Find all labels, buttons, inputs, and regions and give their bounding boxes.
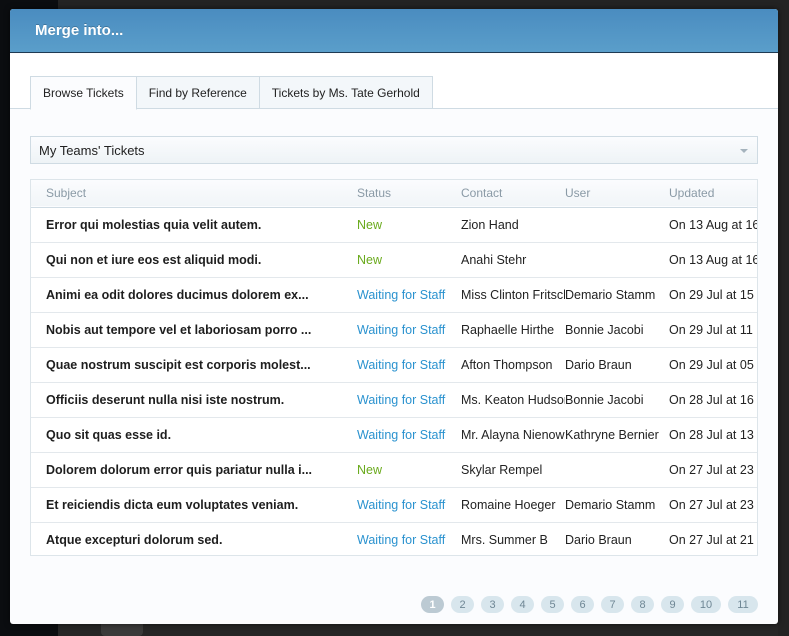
page-button-10[interactable]: 10: [691, 596, 721, 613]
table-header-row: Subject Status Contact User Updated: [31, 180, 757, 207]
tickets-table: Subject Status Contact User Updated Erro…: [31, 180, 758, 555]
ticket-user: Bonnie Jacobi: [565, 322, 644, 337]
modal-header: Merge into...: [10, 9, 778, 53]
ticket-status: New: [357, 462, 383, 477]
table-row[interactable]: Dolorem dolorum error quis pariatur null…: [31, 452, 757, 487]
ticket-status: New: [357, 217, 383, 232]
ticket-contact: Anahi Stehr: [461, 252, 527, 267]
ticket-user: [565, 207, 669, 242]
ticket-subject: Officiis deserunt nulla nisi iste nostru…: [46, 392, 285, 407]
tab-tickets-by-person[interactable]: Tickets by Ms. Tate Gerhold: [259, 76, 433, 109]
page-button-9[interactable]: 9: [661, 596, 684, 613]
ticket-subject: Et reiciendis dicta eum voluptates venia…: [46, 497, 299, 512]
ticket-user: Dario Braun: [565, 357, 632, 372]
ticket-contact: Afton Thompson: [461, 357, 553, 372]
page-button-1[interactable]: 1: [421, 596, 444, 613]
page-button-11[interactable]: 11: [728, 596, 758, 613]
ticket-user: Demario Stamm: [565, 497, 656, 512]
table-row[interactable]: Quae nostrum suscipit est corporis moles…: [31, 347, 757, 382]
page-button-7[interactable]: 7: [601, 596, 624, 613]
ticket-contact: Skylar Rempel: [461, 462, 543, 477]
ticket-contact: Raphaelle Hirthe: [461, 322, 555, 337]
table-row[interactable]: Animi ea odit dolores ducimus dolorem ex…: [31, 277, 757, 312]
ticket-user: Demario Stamm: [565, 287, 656, 302]
ticket-subject: Error qui molestias quia velit autem.: [46, 217, 262, 232]
ticket-user: [565, 242, 669, 277]
chevron-down-icon: [740, 149, 748, 153]
page-button-5[interactable]: 5: [541, 596, 564, 613]
page-button-4[interactable]: 4: [511, 596, 534, 613]
page-button-8[interactable]: 8: [631, 596, 654, 613]
ticket-subject: Dolorem dolorum error quis pariatur null…: [46, 462, 313, 477]
tab-browse-tickets[interactable]: Browse Tickets: [30, 76, 137, 110]
ticket-status: Waiting for Staff: [357, 392, 446, 407]
ticket-updated: On 27 Jul at 21: [669, 532, 754, 547]
tab-strip: Browse Tickets Find by Reference Tickets…: [10, 54, 778, 110]
ticket-status: Waiting for Staff: [357, 322, 446, 337]
page-button-6[interactable]: 6: [571, 596, 594, 613]
ticket-status: Waiting for Staff: [357, 532, 446, 547]
tabs: Browse Tickets Find by Reference Tickets…: [30, 76, 433, 110]
ticket-status: Waiting for Staff: [357, 497, 446, 512]
ticket-updated: On 28 Jul at 13: [669, 427, 754, 442]
modal-title: Merge into...: [35, 22, 124, 39]
ticket-updated: On 29 Jul at 05: [669, 357, 754, 372]
table-row[interactable]: Et reiciendis dicta eum voluptates venia…: [31, 487, 757, 522]
column-header-user[interactable]: User: [565, 180, 669, 207]
ticket-status: Waiting for Staff: [357, 357, 446, 372]
table-row[interactable]: Atque excepturi dolorum sed. Waiting for …: [31, 522, 757, 555]
page-button-2[interactable]: 2: [451, 596, 474, 613]
table-row[interactable]: Quo sit quas esse id. Waiting for Staff Mr…: [31, 417, 757, 452]
ticket-subject: Quae nostrum suscipit est corporis moles…: [46, 357, 311, 372]
ticket-updated: On 27 Jul at 23: [669, 462, 754, 477]
ticket-updated: On 28 Jul at 16: [669, 392, 754, 407]
ticket-subject: Quo sit quas esse id.: [46, 427, 172, 442]
pagination: 1 2 3 4 5 6 7 8 9 10 11: [421, 596, 758, 613]
ticket-subject: Animi ea odit dolores ducimus dolorem ex…: [46, 287, 309, 302]
ticket-status: Waiting for Staff: [357, 427, 446, 442]
ticket-subject: Atque excepturi dolorum sed.: [46, 532, 223, 547]
table-row[interactable]: Qui non et iure eos est aliquid modi. New…: [31, 242, 758, 277]
ticket-user: Bonnie Jacobi: [565, 392, 644, 407]
ticket-filter-value: My Teams' Tickets: [39, 142, 145, 158]
ticket-updated: On 13 Aug at 16: [669, 217, 758, 232]
ticket-contact: Mrs. Summer B: [461, 532, 548, 547]
column-header-updated[interactable]: Updated: [669, 180, 757, 207]
ticket-subject: Nobis aut tempore vel et laboriosam porr…: [46, 322, 312, 337]
ticket-filter-select[interactable]: My Teams' Tickets: [30, 136, 758, 164]
ticket-user: Dario Braun: [565, 532, 632, 547]
ticket-subject: Qui non et iure eos est aliquid modi.: [46, 252, 262, 267]
tickets-table-container: Subject Status Contact User Updated Erro…: [30, 179, 758, 556]
column-header-contact[interactable]: Contact: [461, 180, 565, 207]
background-page-right: [778, 0, 789, 636]
table-row[interactable]: Nobis aut tempore vel et laboriosam porr…: [31, 312, 757, 347]
tab-find-by-reference[interactable]: Find by Reference: [136, 76, 260, 109]
ticket-status: Waiting for Staff: [357, 287, 446, 302]
ticket-user: Kathryne Bernier: [565, 427, 659, 442]
column-header-status[interactable]: Status: [357, 180, 461, 207]
background-page-top: [58, 0, 789, 9]
ticket-user: [565, 452, 669, 487]
ticket-updated: On 29 Jul at 15: [669, 287, 754, 302]
ticket-contact: Mr. Alayna Nienow: [461, 427, 565, 442]
table-row[interactable]: Officiis deserunt nulla nisi iste nostru…: [31, 382, 757, 417]
column-header-subject[interactable]: Subject: [31, 180, 357, 207]
page-button-3[interactable]: 3: [481, 596, 504, 613]
ticket-contact: Miss Clinton Fritsch: [461, 287, 565, 302]
ticket-contact: Zion Hand: [461, 217, 519, 232]
table-row[interactable]: Error qui molestias quia velit autem. New…: [31, 207, 758, 242]
ticket-updated: On 13 Aug at 16: [669, 252, 758, 267]
ticket-updated: On 27 Jul at 23: [669, 497, 754, 512]
ticket-updated: On 29 Jul at 11: [669, 322, 753, 337]
merge-modal: Merge into... Browse Tickets Find by Ref…: [10, 9, 778, 624]
background-page-bottom: [58, 624, 789, 636]
ticket-status: New: [357, 252, 383, 267]
background-avatar: [101, 624, 143, 636]
ticket-contact: Ms. Keaton Hudson: [461, 392, 565, 407]
ticket-contact: Romaine Hoeger: [461, 497, 556, 512]
